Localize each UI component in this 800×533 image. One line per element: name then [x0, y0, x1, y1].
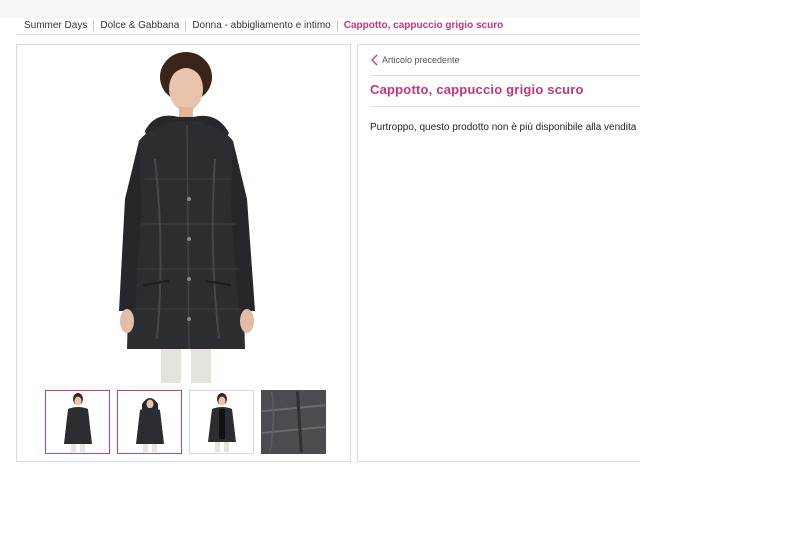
breadcrumb-item-current: Cappotto, cappuccio grigio scuro	[343, 20, 504, 31]
availability-message: Purtroppo, questo prodotto non è più dis…	[370, 122, 637, 133]
product-gallery	[16, 44, 351, 462]
product-title: Cappotto, cappuccio grigio scuro	[370, 82, 584, 97]
coat-thumb-hood-icon	[135, 398, 164, 452]
thumbnail-front[interactable]	[45, 390, 110, 454]
breadcrumb-item-summer-days[interactable]: Summer Days	[16, 20, 93, 31]
thumbnail-strip	[45, 390, 326, 454]
breadcrumb: Summer Days Dolce & Gabbana Donna - abbi…	[16, 17, 640, 35]
thumbnail-hood[interactable]	[117, 390, 182, 454]
breadcrumb-item-category[interactable]: Donna - abbigliamento e intimo	[186, 20, 336, 31]
thumbnail-detail[interactable]	[261, 390, 326, 454]
divider	[370, 75, 640, 76]
coat-thumb-detail-icon	[262, 391, 325, 453]
top-strip	[0, 0, 640, 18]
product-info-panel: Articolo precedente Cappotto, cappuccio …	[357, 44, 640, 462]
previous-article-link[interactable]: Articolo precedente	[370, 54, 460, 66]
divider	[370, 106, 640, 107]
coat-thumb-open-icon	[207, 393, 236, 452]
chevron-left-icon	[371, 54, 378, 66]
product-main-image[interactable]	[105, 49, 267, 383]
coat-thumb-front-icon	[63, 393, 92, 452]
breadcrumb-item-brand[interactable]: Dolce & Gabbana	[94, 20, 185, 31]
previous-article-label: Articolo precedente	[382, 55, 460, 65]
thumbnail-open[interactable]	[189, 390, 254, 454]
